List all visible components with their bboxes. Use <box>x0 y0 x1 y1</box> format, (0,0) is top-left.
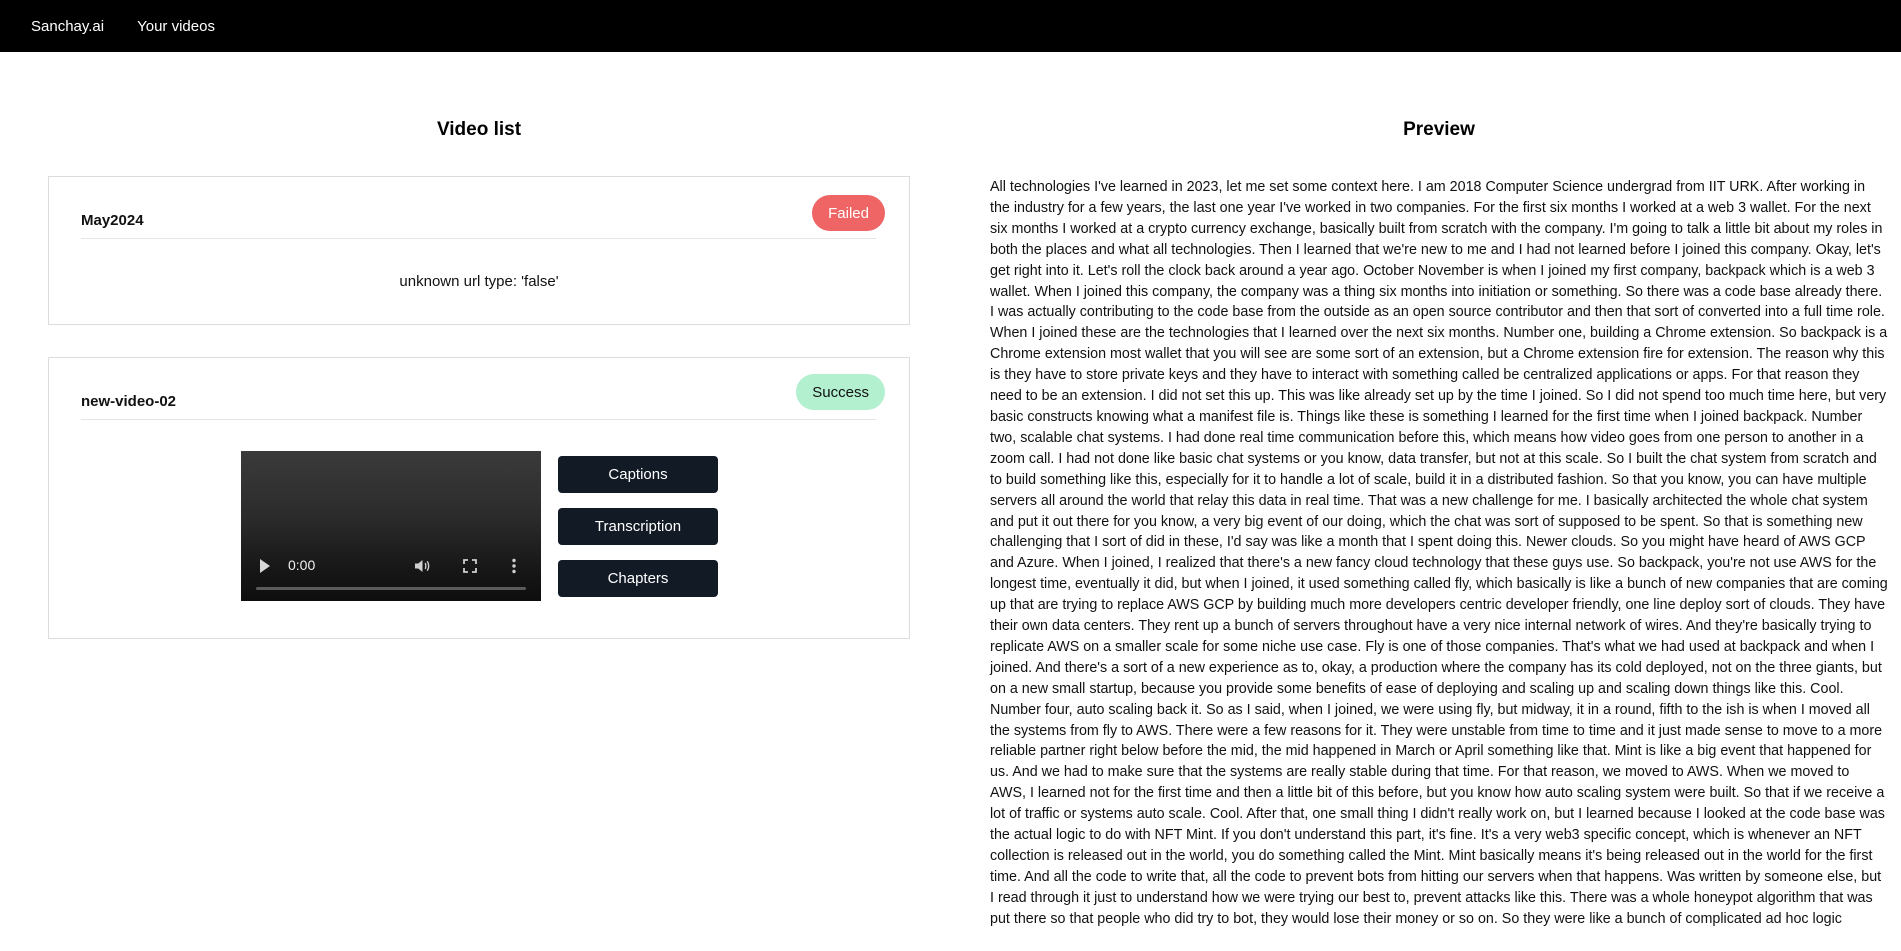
video-progress-bar[interactable] <box>256 587 526 590</box>
preview-transcript-text: All technologies I've learned in 2023, l… <box>990 179 1888 927</box>
play-icon[interactable] <box>260 559 270 573</box>
video-card-header: May2024 <box>81 177 876 239</box>
preview-panel: Preview All technologies I've learned in… <box>990 52 1888 951</box>
video-player[interactable]: 0:00 <box>241 451 541 601</box>
error-message: unknown url type: 'false' <box>399 273 559 290</box>
nav-link-your-videos[interactable]: Your videos <box>137 18 215 35</box>
video-list-panel: Video list May2024 Failed unknown url ty… <box>48 52 910 951</box>
chapters-button[interactable]: Chapters <box>558 560 718 597</box>
video-card: new-video-02 Success 0:00 Captions Trans… <box>48 357 910 639</box>
top-navbar: Sanchay.ai Your videos <box>0 0 1901 52</box>
transcription-button[interactable]: Transcription <box>558 508 718 545</box>
video-card-header: new-video-02 <box>81 358 876 420</box>
status-badge-success: Success <box>796 374 885 410</box>
video-time: 0:00 <box>288 557 316 573</box>
video-card: May2024 Failed unknown url type: 'false' <box>48 176 910 325</box>
video-list-title: Video list <box>436 119 522 140</box>
preview-title: Preview <box>1403 119 1475 140</box>
volume-icon[interactable] <box>413 557 431 575</box>
status-badge-failed: Failed <box>812 195 885 231</box>
brand-link[interactable]: Sanchay.ai <box>31 18 104 35</box>
captions-button[interactable]: Captions <box>558 456 718 493</box>
video-name: May2024 <box>81 212 144 229</box>
video-name: new-video-02 <box>81 393 177 410</box>
more-options-icon[interactable] <box>510 557 518 575</box>
fullscreen-icon[interactable] <box>461 557 479 575</box>
video-controls: 0:00 <box>241 541 541 601</box>
